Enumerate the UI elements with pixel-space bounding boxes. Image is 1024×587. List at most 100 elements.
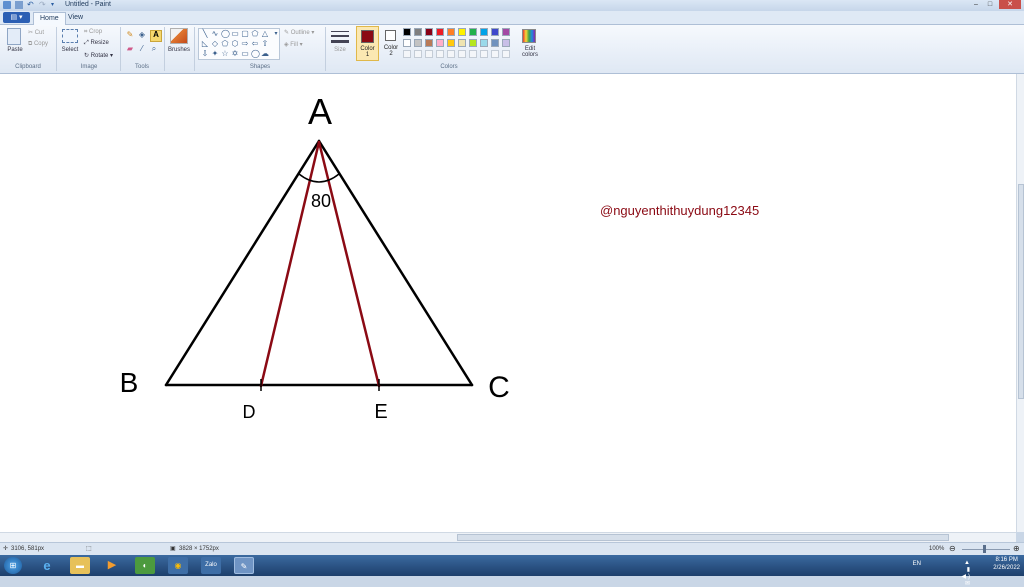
palette-swatch[interactable] xyxy=(458,39,466,47)
custom-color-slot[interactable] xyxy=(491,50,499,58)
palette-swatch[interactable] xyxy=(447,39,455,47)
start-orb-icon[interactable]: ⊞ xyxy=(4,557,22,574)
horizontal-scrollbar[interactable] xyxy=(0,532,1016,542)
file-explorer-icon[interactable]: ▬ xyxy=(70,557,90,574)
pencil-icon[interactable]: ✎ xyxy=(126,31,134,39)
paint-app-icon[interactable] xyxy=(3,1,11,9)
custom-color-slot[interactable] xyxy=(502,50,510,58)
custom-color-slot[interactable] xyxy=(469,50,477,58)
rounded-rectangle-shape-icon[interactable]: ▢ xyxy=(241,30,249,38)
select-icon[interactable] xyxy=(62,29,78,43)
hexagon-shape-icon[interactable]: ⬡ xyxy=(231,40,239,48)
zalo-icon[interactable]: Zalo xyxy=(201,557,221,574)
oval-shape-icon[interactable]: ◯ xyxy=(221,30,230,38)
cloud-callout-shape-icon[interactable]: ☁ xyxy=(261,50,269,58)
palette-swatch[interactable] xyxy=(469,39,477,47)
palette-swatch[interactable] xyxy=(502,28,510,36)
tab-view[interactable]: View xyxy=(62,12,89,24)
palette-swatch[interactable] xyxy=(403,28,411,36)
media-player-icon[interactable]: ▶ xyxy=(102,557,122,574)
palette-swatch[interactable] xyxy=(436,28,444,36)
right-triangle-shape-icon[interactable]: ◺ xyxy=(201,40,209,48)
pentagon-shape-icon[interactable]: ⬠ xyxy=(221,40,229,48)
vertical-scrollbar[interactable] xyxy=(1016,74,1024,532)
color-picker-icon[interactable]: ⁄ xyxy=(138,45,146,53)
palette-swatch[interactable] xyxy=(447,28,455,36)
custom-color-slot[interactable] xyxy=(425,50,433,58)
palette-swatch[interactable] xyxy=(480,39,488,47)
palette-swatch[interactable] xyxy=(425,28,433,36)
four-point-star-shape-icon[interactable]: ✦ xyxy=(211,50,219,58)
coccoc-browser-icon[interactable]: ◐ xyxy=(135,557,155,574)
custom-color-slot[interactable] xyxy=(458,50,466,58)
palette-swatch[interactable] xyxy=(502,39,510,47)
palette-swatch[interactable] xyxy=(414,39,422,47)
tray-icons[interactable]: ▲ ▮ ◀) ✉ xyxy=(961,560,972,587)
outline-button[interactable]: ✎ Outline ▾ xyxy=(284,29,314,36)
right-arrow-shape-icon[interactable]: ⇨ xyxy=(241,40,249,48)
palette-swatch[interactable] xyxy=(403,39,411,47)
maximize-button[interactable]: □ xyxy=(983,0,997,9)
cut-button[interactable]: ✂ Cut xyxy=(28,29,44,36)
undo-icon[interactable]: ↶ xyxy=(27,1,35,9)
polygon-shape-icon[interactable]: ⬠ xyxy=(251,30,259,38)
language-indicator[interactable]: EN xyxy=(913,561,921,567)
select-button[interactable]: Select xyxy=(59,47,81,53)
magnifier-icon[interactable]: ⌕ xyxy=(150,45,158,53)
palette-swatch[interactable] xyxy=(414,28,422,36)
edit-colors-icon[interactable] xyxy=(522,29,536,43)
minimize-button[interactable]: – xyxy=(969,0,983,9)
palette-swatch[interactable] xyxy=(469,28,477,36)
copy-button[interactable]: ⧉ Copy xyxy=(28,41,48,48)
custom-color-slot[interactable] xyxy=(414,50,422,58)
diamond-shape-icon[interactable]: ◇ xyxy=(211,40,219,48)
horizontal-scroll-thumb[interactable] xyxy=(457,534,949,541)
clipboard-icon[interactable] xyxy=(7,28,21,45)
tab-home[interactable]: Home xyxy=(33,12,66,25)
size-icon[interactable] xyxy=(331,29,349,45)
palette-swatch[interactable] xyxy=(491,39,499,47)
curve-shape-icon[interactable]: ∿ xyxy=(211,30,219,38)
zoom-slider-track[interactable] xyxy=(962,549,1010,550)
palette-swatch[interactable] xyxy=(480,28,488,36)
up-arrow-shape-icon[interactable]: ⇧ xyxy=(261,40,269,48)
custom-color-slot[interactable] xyxy=(447,50,455,58)
five-point-star-shape-icon[interactable]: ☆ xyxy=(221,50,229,58)
palette-swatch[interactable] xyxy=(491,28,499,36)
fill-bucket-icon[interactable]: ◈ xyxy=(138,31,146,39)
zoom-out-icon[interactable]: ⊖ xyxy=(949,544,956,553)
brush-icon[interactable] xyxy=(170,28,188,44)
customize-quick-access-icon[interactable]: ▾ xyxy=(51,1,59,9)
clock[interactable]: 8:16 PM 2/26/2022 xyxy=(993,556,1020,572)
custom-color-slot[interactable] xyxy=(403,50,411,58)
paint-taskbar-icon[interactable]: ✎ xyxy=(234,557,254,574)
palette-swatch[interactable] xyxy=(458,28,466,36)
callout-shape-icon[interactable]: ▭ xyxy=(241,50,249,58)
fill-button[interactable]: ◈ Fill ▾ xyxy=(284,41,303,48)
crop-button[interactable]: ⌗ Crop xyxy=(84,29,102,36)
text-tool-icon[interactable]: A xyxy=(150,30,162,42)
custom-color-slot[interactable] xyxy=(480,50,488,58)
oval-callout-shape-icon[interactable]: ◯ xyxy=(251,50,260,58)
edit-colors-button[interactable]: Edit colors xyxy=(516,46,544,58)
triangle-shape-icon[interactable]: △ xyxy=(261,30,269,38)
zoom-slider-thumb[interactable] xyxy=(983,545,986,553)
resize-button[interactable]: ⤢ Resize xyxy=(84,40,109,47)
brushes-button[interactable]: Brushes xyxy=(166,47,192,53)
line-shape-icon[interactable]: ╲ xyxy=(201,30,209,38)
drawing-canvas[interactable]: A B C D E 80 @nguyenthithuydung12345 xyxy=(0,74,1016,532)
chrome-icon[interactable]: ◉ xyxy=(168,557,188,574)
down-arrow-shape-icon[interactable]: ⇩ xyxy=(201,50,209,58)
close-button[interactable]: ✕ xyxy=(999,0,1021,9)
rectangle-shape-icon[interactable]: ▭ xyxy=(231,30,239,38)
eraser-icon[interactable]: ▰ xyxy=(126,45,134,53)
shapes-gallery[interactable]: ╲ ∿ ◯ ▭ ▢ ⬠ △ ◺ ◇ ⬠ ⬡ ⇨ ⇦ ⇧ ⇩ ✦ ☆ ✡ ▭ ◯ … xyxy=(198,28,280,60)
size-button[interactable]: Size xyxy=(329,47,351,53)
palette-swatch[interactable] xyxy=(436,39,444,47)
shapes-scroll-icon[interactable]: ▾ xyxy=(272,30,280,38)
color2-button[interactable]: Color 2 xyxy=(381,26,401,61)
paste-button[interactable]: Paste xyxy=(4,47,26,53)
color1-button[interactable]: Color 1 xyxy=(356,26,379,61)
redo-icon[interactable]: ↷ xyxy=(39,1,47,9)
custom-color-slot[interactable] xyxy=(436,50,444,58)
